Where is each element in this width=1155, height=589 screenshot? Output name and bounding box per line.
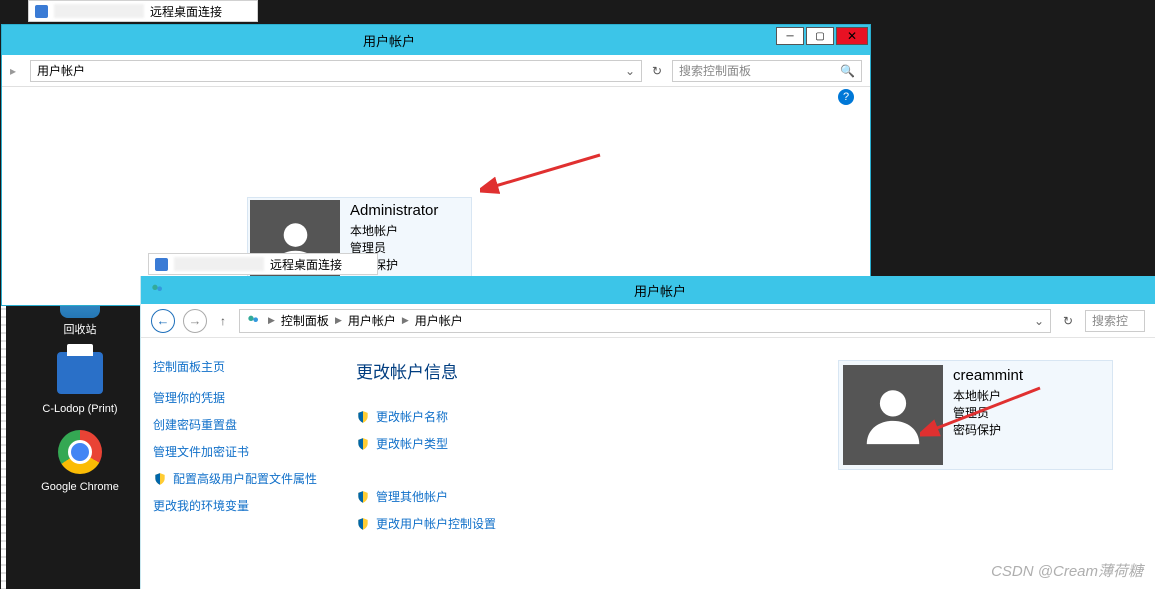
navbar-2: ← → ↑ ▶ 控制面板 ▶ 用户帐户 ▶ 用户帐户 ⌄ ↻ 搜索控 — [141, 304, 1155, 338]
rdp-icon — [35, 5, 48, 18]
content-area-2: 控制面板主页 管理你的凭据 创建密码重置盘 管理文件加密证书 配置高级用户配置文… — [141, 338, 1155, 589]
titlebar-1[interactable]: 用户帐户 ─ ▢ ✕ — [2, 25, 870, 55]
sidebar-item-encryption-certs[interactable]: 管理文件加密证书 — [153, 443, 324, 460]
sidebar-item-password-reset[interactable]: 创建密码重置盘 — [153, 416, 324, 433]
shield-icon — [356, 437, 370, 451]
user-line2: 管理员 — [953, 405, 1023, 422]
decorative-edge — [1, 270, 6, 589]
user-accounts-window-2: 用户帐户 ← → ↑ ▶ 控制面板 ▶ 用户帐户 ▶ 用户帐户 ⌄ ↻ 搜索控 … — [140, 276, 1155, 589]
sidebar-item-advanced-profiles[interactable]: 配置高级用户配置文件属性 — [153, 470, 324, 487]
minimize-button[interactable]: ─ — [776, 27, 804, 45]
shield-icon — [153, 472, 167, 486]
redacted-host — [174, 257, 264, 271]
printer-label: C-Lodop (Print) — [40, 403, 120, 415]
titlebar-2[interactable]: 用户帐户 — [141, 276, 1155, 304]
sidebar-heading[interactable]: 控制面板主页 — [153, 358, 324, 375]
user-card-text: creammint 本地帐户 管理员 密码保护 — [953, 365, 1023, 465]
chrome-label: Google Chrome — [40, 481, 120, 493]
chrome-icon[interactable]: Google Chrome — [40, 430, 120, 493]
crumb-control-panel[interactable]: 控制面板 — [277, 312, 333, 329]
refresh-icon[interactable]: ↻ — [1059, 312, 1077, 330]
user-line3: 密码保护 — [953, 422, 1023, 439]
chevron-down-icon[interactable]: ⌄ — [625, 64, 635, 78]
recycle-bin-label: 回收站 — [40, 321, 120, 337]
rdp-connection-bar-1[interactable]: 远程桌面连接 — [28, 0, 258, 22]
rdp-icon — [155, 258, 168, 271]
sidebar-item-env-vars[interactable]: 更改我的环境变量 — [153, 497, 324, 514]
sidebar: 控制面板主页 管理你的凭据 创建密码重置盘 管理文件加密证书 配置高级用户配置文… — [141, 338, 336, 589]
user-accounts-icon — [149, 282, 165, 298]
search-icon: 🔍 — [840, 64, 855, 78]
search-input[interactable]: 搜索控 — [1085, 310, 1145, 332]
user-line1: 本地帐户 — [350, 223, 438, 240]
shield-icon — [356, 490, 370, 504]
user-accounts-icon — [244, 312, 262, 330]
close-button[interactable]: ✕ — [836, 27, 868, 45]
back-button[interactable]: ← — [151, 309, 175, 333]
user-name: creammint — [953, 365, 1023, 386]
sidebar-item-credentials[interactable]: 管理你的凭据 — [153, 389, 324, 406]
crumb-user-accounts-2[interactable]: 用户帐户 — [411, 312, 467, 329]
refresh-icon[interactable]: ↻ — [648, 62, 666, 80]
chevron-right-icon[interactable]: ▶ — [335, 315, 342, 326]
navbar-1: ▸ 用户帐户 ⌄ ↻ 搜索控制面板 🔍 — [2, 55, 870, 87]
crumb-user-accounts-1[interactable]: 用户帐户 — [344, 312, 400, 329]
link-change-uac-settings[interactable]: 更改用户帐户控制设置 — [356, 515, 1135, 532]
rdp-connection-bar-2[interactable]: 远程桌面连接 — [148, 253, 378, 275]
search-input[interactable]: 搜索控制面板 🔍 — [672, 60, 862, 82]
avatar — [843, 365, 943, 465]
chevron-down-icon[interactable]: ⌄ — [1034, 314, 1050, 328]
shield-icon — [356, 410, 370, 424]
rdp-label: 远程桌面连接 — [150, 3, 222, 20]
breadcrumb: 用户帐户 — [37, 62, 85, 79]
address-bar[interactable]: 用户帐户 ⌄ — [30, 60, 642, 82]
user-card-creammint[interactable]: creammint 本地帐户 管理员 密码保护 — [838, 360, 1113, 470]
redacted-host — [54, 4, 144, 18]
search-placeholder: 搜索控制面板 — [679, 62, 751, 79]
back-icon[interactable]: ▸ — [10, 64, 24, 78]
printer-icon[interactable]: C-Lodop (Print) — [40, 352, 120, 415]
user-name: Administrator — [350, 200, 438, 221]
window-title: 用户帐户 — [2, 31, 776, 50]
user-line1: 本地帐户 — [953, 388, 1023, 405]
shield-icon — [356, 517, 370, 531]
content-area-1: Administrator 本地帐户 管理员 密码保护 — [2, 87, 870, 305]
watermark: CSDN @Cream薄荷糖 — [991, 560, 1143, 581]
rdp-label: 远程桌面连接 — [270, 256, 342, 273]
window-title: 用户帐户 — [165, 281, 1155, 300]
address-bar[interactable]: ▶ 控制面板 ▶ 用户帐户 ▶ 用户帐户 ⌄ — [239, 309, 1051, 333]
chevron-right-icon[interactable]: ▶ — [402, 315, 409, 326]
link-manage-other-accounts[interactable]: 管理其他帐户 — [356, 488, 1135, 505]
maximize-button[interactable]: ▢ — [806, 27, 834, 45]
up-button[interactable]: ↑ — [215, 314, 231, 328]
forward-button[interactable]: → — [183, 309, 207, 333]
search-placeholder: 搜索控 — [1092, 312, 1128, 329]
main-panel: 更改帐户信息 更改帐户名称 更改帐户类型 管理其他帐户 更改用户帐户控制设置 — [336, 338, 1155, 589]
user-accounts-window-1: 用户帐户 ─ ▢ ✕ ▸ 用户帐户 ⌄ ↻ 搜索控制面板 🔍 ? Adminis… — [1, 24, 871, 306]
chevron-right-icon[interactable]: ▶ — [268, 315, 275, 326]
